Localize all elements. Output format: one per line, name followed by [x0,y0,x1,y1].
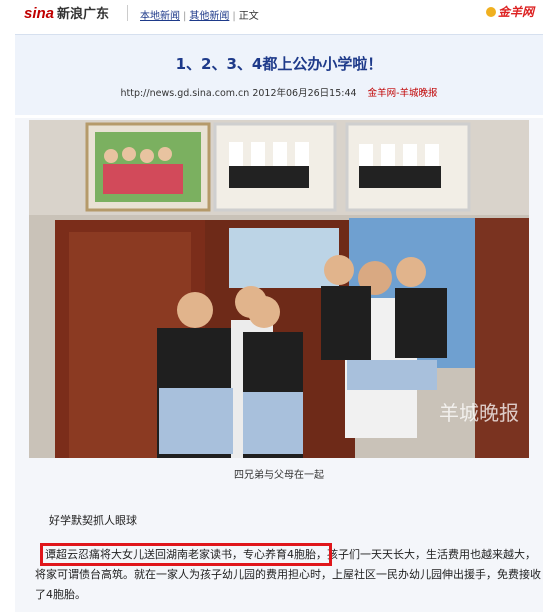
article-title: 1、2、3、4都上公办小学啦！ [175,55,383,73]
family-photo: 羊城晚报 [29,120,529,458]
photo-watermark: 羊城晚报 [439,401,519,425]
article-header: 1、2、3、4都上公办小学啦！ http://news.gd.sina.com.… [15,34,543,148]
breadcrumb: 本地新闻 | 其他新闻 | 正文 [140,7,259,22]
article-url[interactable]: http://news.gd.sina.com.cn [120,88,249,99]
brand-logo[interactable]: 金羊网 [485,3,534,20]
breadcrumb-separator: | [232,11,236,22]
brand-icon [485,7,496,17]
article-datetime: 2012年06月26日15:44 [252,88,357,99]
article-body: 羊城晚报 四兄弟与父母在一起 好学默契抓人眼球 谭超云忍痛将大女儿送回湖南老家读… [15,118,543,612]
article-source[interactable]: 金羊网-羊城晚报 [368,88,438,99]
article-paragraph: 谭超云忍痛将大女儿送回湖南老家读书，专心养育4胞胎，孩子们一天天长大，生活费用也… [35,543,543,605]
divider [127,5,128,21]
breadcrumb-local-news[interactable]: 本地新闻 [140,11,180,22]
photo-caption: 四兄弟与父母在一起 [234,470,324,481]
breadcrumb-current: 正文 [238,11,259,22]
logo-text: sina [24,5,55,22]
top-bar: sina 新浪广东 本地新闻 | 其他新闻 | 正文 金羊网 [0,0,558,26]
highlighted-sentence: 谭超云忍痛将大女儿送回湖南老家读书，专心养育4胞胎， [40,543,332,566]
breadcrumb-separator: | [183,11,187,22]
section-subheading: 好学默契抓人眼球 [49,514,137,527]
sina-logo[interactable]: sina 新浪广东 [24,3,109,22]
brand-text: 金羊网 [497,5,534,19]
breadcrumb-other-news[interactable]: 其他新闻 [189,11,229,22]
logo-cn-text: 新浪广东 [57,6,110,21]
article-meta: http://news.gd.sina.com.cn 2012年06月26日15… [15,85,543,99]
